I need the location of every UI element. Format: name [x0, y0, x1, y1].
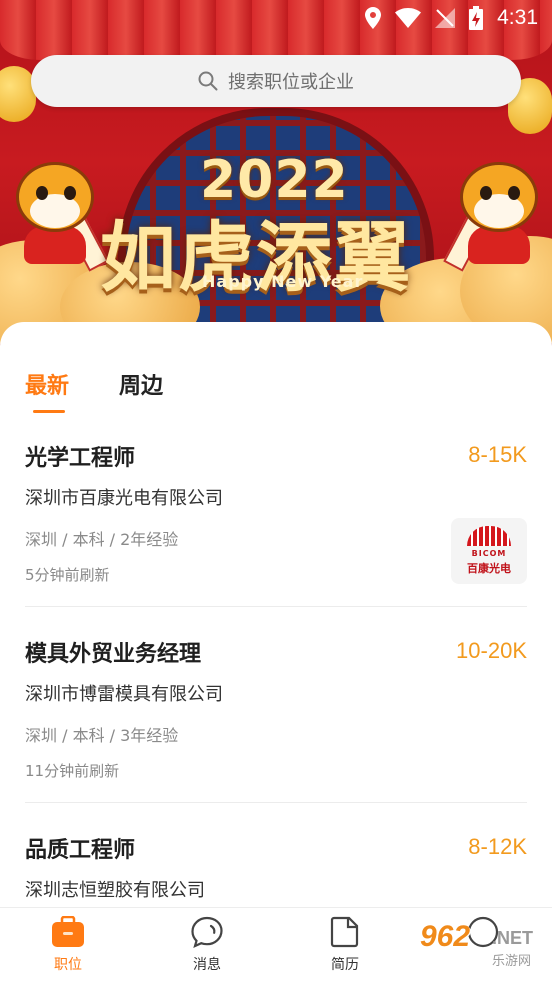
search-bar[interactable]: 搜索职位或企业: [31, 55, 521, 107]
watermark-cn: 乐游网: [492, 954, 532, 969]
nav-messages[interactable]: 消息: [167, 916, 247, 974]
search-icon: [198, 71, 218, 91]
company-name: 深圳市百康光电有限公司: [25, 488, 223, 509]
job-title: 品质工程师: [25, 838, 136, 863]
company-name: 深圳志恒塑胶有限公司: [25, 880, 205, 901]
job-card[interactable]: 模具外贸业务经理 10-20K 深圳市博雷模具有限公司 深圳 / 本科 / 3年…: [25, 636, 527, 804]
nav-resume[interactable]: 简历: [305, 916, 385, 974]
watermark-net: .NET: [492, 928, 534, 948]
bicom-logo-icon: [467, 526, 511, 546]
job-card[interactable]: 光学工程师 8-15K 深圳市百康光电有限公司 深圳 / 本科 / 2年经验 5…: [25, 440, 527, 608]
tab-nearby[interactable]: 周边: [119, 368, 163, 400]
banner-slogan-en: Happy New Year: [202, 272, 364, 291]
document-icon: [330, 916, 359, 948]
job-salary: 8-12K: [468, 834, 527, 859]
company-logo: BICOM 百康光电: [451, 518, 527, 584]
tab-latest-label: 最新: [25, 374, 70, 399]
nav-messages-label: 消息: [193, 957, 221, 973]
tab-bar: 最新 周边: [25, 368, 163, 413]
battery-charging-icon: [469, 6, 484, 30]
job-requirements: 深圳 / 本科 / 2年经验: [25, 530, 179, 549]
job-requirements: 深圳 / 本科 / 3年经验: [25, 726, 179, 745]
job-list-panel: 最新 周边 光学工程师 8-15K 深圳市百康光电有限公司 深圳 / 本科 / …: [0, 322, 552, 907]
status-bar: 4:31: [0, 0, 552, 40]
status-time: 4:31: [497, 6, 538, 29]
nav-jobs[interactable]: 职位: [28, 916, 108, 974]
active-tab-indicator: [33, 410, 65, 413]
job-salary: 8-15K: [468, 442, 527, 467]
search-placeholder: 搜索职位或企业: [228, 72, 354, 93]
logo-text-cn: 百康光电: [467, 562, 511, 575]
site-watermark: 962 .NET 乐游网: [416, 918, 548, 974]
logo-text-en: BICOM: [471, 549, 507, 558]
divider: [25, 802, 527, 803]
job-card[interactable]: 品质工程师 8-12K 深圳志恒塑胶有限公司: [25, 832, 527, 907]
job-salary: 10-20K: [456, 638, 527, 663]
tiger-mascot-left: [8, 152, 109, 272]
job-title: 模具外贸业务经理: [25, 642, 202, 667]
tab-nearby-label: 周边: [119, 374, 164, 399]
lantern-left: [0, 66, 36, 122]
divider: [25, 606, 527, 607]
nav-resume-label: 简历: [331, 957, 359, 973]
tab-latest[interactable]: 最新: [25, 368, 70, 413]
new-year-banner[interactable]: 2022 如虎添翼 Happy New Year: [0, 0, 552, 360]
chat-bubble-icon: [191, 916, 223, 948]
company-name: 深圳市博雷模具有限公司: [25, 684, 223, 705]
location-icon: [365, 7, 382, 29]
tiger-mascot-right: [443, 152, 544, 272]
refresh-time: 11分钟前刷新: [25, 762, 120, 780]
refresh-time: 5分钟前刷新: [25, 566, 110, 584]
signal-off-icon: [435, 8, 456, 28]
job-title: 光学工程师: [25, 446, 136, 471]
watermark-number: 962: [420, 920, 471, 953]
wifi-icon: [395, 8, 422, 28]
briefcase-icon: [52, 916, 84, 947]
nav-jobs-label: 职位: [54, 957, 82, 973]
